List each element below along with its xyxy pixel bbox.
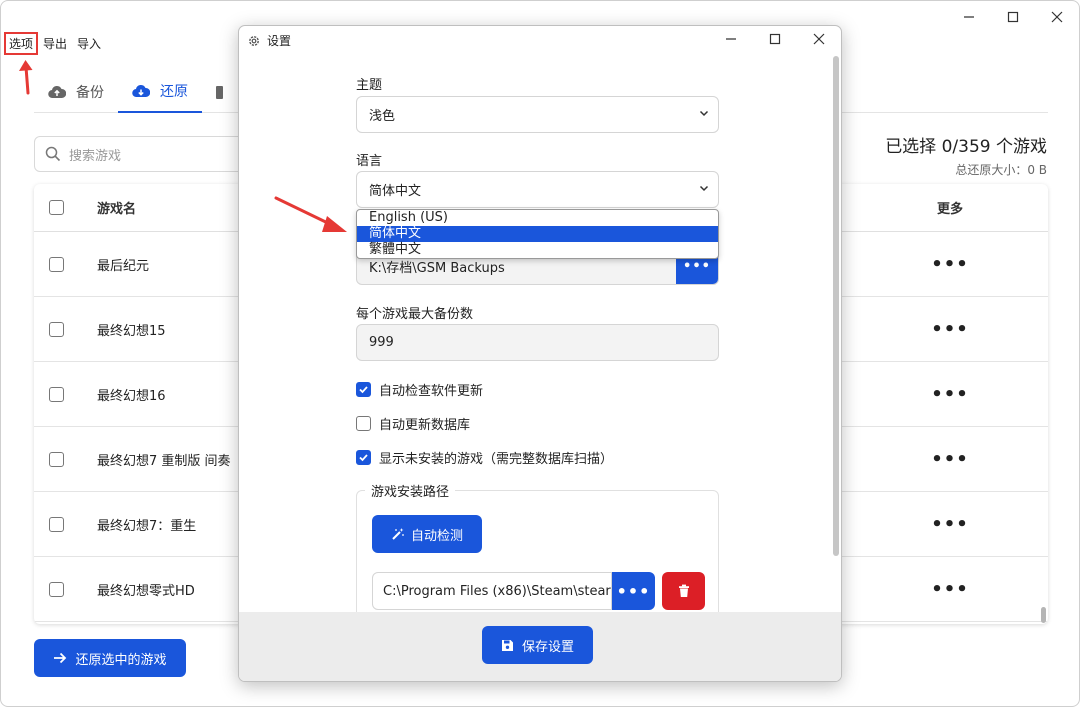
selection-summary: 已选择 0/359 个游戏 总还原大小：0 B <box>885 132 1047 178</box>
language-option-selected[interactable]: 简体中文 <box>357 226 718 242</box>
max-backups-label: 每个游戏最大备份数 <box>356 307 474 322</box>
settings-footer: 保存设置 <box>239 612 841 681</box>
header-more: 更多 <box>936 202 963 217</box>
restore-selected-button[interactable]: 还原选中的游戏 <box>34 639 186 677</box>
menu-options[interactable]: 选项 <box>3 32 39 55</box>
game-name: 最终幻想零式HD <box>97 583 195 599</box>
menu-export[interactable]: 导出 <box>39 33 71 54</box>
settings-title: 设置 <box>267 34 292 48</box>
menu-import[interactable]: 导入 <box>73 33 105 54</box>
max-backups-value: 999 <box>369 335 394 350</box>
language-option[interactable]: 繁體中文 <box>357 242 718 258</box>
auto-update-label: 自动检查软件更新 <box>379 384 484 399</box>
magic-wand-icon <box>392 528 404 540</box>
save-settings-label: 保存设置 <box>521 639 574 655</box>
language-label: 语言 <box>356 154 383 169</box>
settings-titlebar: 设置 <box>247 32 291 49</box>
settings-maximize-icon[interactable] <box>755 28 795 50</box>
settings-scrollbar[interactable] <box>833 56 839 556</box>
chevron-down-icon <box>699 110 709 117</box>
install-paths-legend: 游戏安装路径 <box>365 481 456 500</box>
auto-db-update-label: 自动更新数据库 <box>379 418 471 433</box>
show-uninstalled-checkbox[interactable] <box>356 450 371 465</box>
install-paths-group: 游戏安装路径 自动检测 C:\Program Files (x86)\Steam… <box>356 481 719 620</box>
install-path-row: C:\Program Files (x86)\Steam\stear ••• <box>372 572 705 610</box>
close-icon[interactable] <box>1037 5 1077 29</box>
row-checkbox[interactable] <box>49 386 64 402</box>
auto-update-check-row[interactable]: 自动检查软件更新 <box>356 380 483 399</box>
settings-close-icon[interactable] <box>799 28 839 50</box>
arrow-right-icon <box>54 652 67 664</box>
game-name: 最终幻想15 <box>97 323 166 339</box>
settings-dialog: 设置 主题 浅色 语言 简体中文 K:\存档\GSM Backups ••• E… <box>238 25 842 682</box>
more-options-icon[interactable]: ••• <box>930 579 970 600</box>
restore-selected-label: 还原选中的游戏 <box>75 652 167 668</box>
auto-update-checkbox[interactable] <box>356 382 371 397</box>
chevron-down-icon <box>699 185 709 192</box>
more-options-icon[interactable]: ••• <box>930 384 970 405</box>
auto-db-update-checkbox[interactable] <box>356 416 371 431</box>
game-name: 最后纪元 <box>97 258 150 274</box>
search-input[interactable]: 搜索游戏 <box>69 145 121 164</box>
cloud-download-icon <box>132 84 150 98</box>
tab-backup-label: 备份 <box>76 85 104 101</box>
total-size: 总还原大小：0 B <box>955 163 1047 177</box>
selected-count: 已选择 0/359 个游戏 <box>885 137 1047 157</box>
row-checkbox[interactable] <box>49 516 64 532</box>
game-name: 最终幻想7：重生 <box>97 518 197 534</box>
auto-detect-button[interactable]: 自动检测 <box>372 515 482 553</box>
save-settings-button[interactable]: 保存设置 <box>482 626 593 664</box>
backup-path-value: K:\存档\GSM Backups <box>369 261 505 276</box>
install-path-browse-button[interactable]: ••• <box>612 572 655 610</box>
table-scrollbar[interactable] <box>1041 607 1046 623</box>
auto-detect-label: 自动检测 <box>410 528 463 544</box>
theme-label: 主题 <box>356 78 383 93</box>
tab-restore[interactable]: 还原 <box>118 71 202 113</box>
select-all-checkbox[interactable] <box>49 200 64 215</box>
theme-value: 浅色 <box>369 109 396 124</box>
row-checkbox[interactable] <box>49 581 64 597</box>
more-options-icon[interactable]: ••• <box>930 449 970 470</box>
tab-partial[interactable] <box>202 71 237 113</box>
game-name: 最终幻想7 重制版 间奏 <box>97 453 231 469</box>
settings-minimize-icon[interactable] <box>711 28 751 50</box>
show-uninstalled-row[interactable]: 显示未安装的游戏（需完整数据库扫描） <box>356 448 613 467</box>
install-path-delete-button[interactable] <box>662 572 705 610</box>
language-option[interactable]: English (US) <box>357 210 718 226</box>
minimize-icon[interactable] <box>949 5 989 29</box>
gear-icon <box>249 35 259 46</box>
language-value: 简体中文 <box>369 184 422 199</box>
more-options-icon[interactable]: ••• <box>930 319 970 340</box>
maximize-icon[interactable] <box>993 5 1033 29</box>
tab-partial-icon <box>216 85 223 99</box>
language-dropdown-list: English (US) 简体中文 繁體中文 <box>356 209 719 259</box>
game-name: 最终幻想16 <box>97 388 166 404</box>
max-backups-input[interactable]: 999 <box>356 324 719 361</box>
tab-backup[interactable]: 备份 <box>34 71 118 113</box>
install-path-input[interactable]: C:\Program Files (x86)\Steam\stear <box>372 572 612 610</box>
tab-restore-label: 还原 <box>160 84 188 100</box>
save-icon <box>501 639 513 651</box>
search-box[interactable]: 搜索游戏 <box>34 136 264 172</box>
more-options-icon[interactable]: ••• <box>930 514 970 535</box>
row-checkbox[interactable] <box>49 321 64 337</box>
menu-bar: 选项 导出 导入 <box>3 32 107 55</box>
show-uninstalled-label: 显示未安装的游戏（需完整数据库扫描） <box>379 452 614 467</box>
auto-db-update-row[interactable]: 自动更新数据库 <box>356 414 470 433</box>
search-icon <box>45 146 61 162</box>
row-checkbox[interactable] <box>49 451 64 467</box>
cloud-upload-icon <box>48 85 66 99</box>
trash-icon <box>678 584 689 597</box>
row-checkbox[interactable] <box>49 256 64 272</box>
language-select[interactable]: 简体中文 <box>356 171 719 208</box>
theme-select[interactable]: 浅色 <box>356 96 719 133</box>
header-game-name: 游戏名 <box>97 202 137 217</box>
more-options-icon[interactable]: ••• <box>930 254 970 275</box>
